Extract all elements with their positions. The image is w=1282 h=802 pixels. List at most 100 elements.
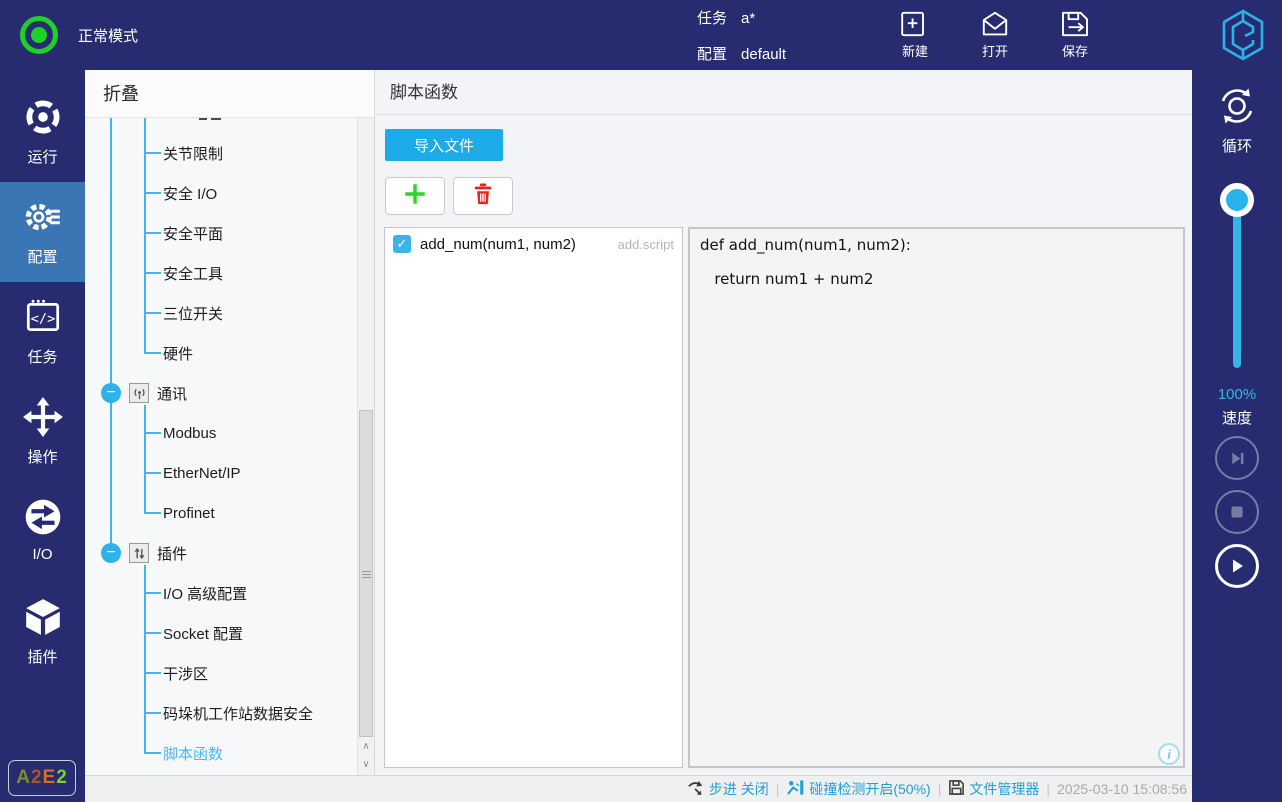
tree-item-palletizer-data-safety[interactable]: 码垛机工作站数据安全 [85, 693, 354, 733]
divider: | [1046, 781, 1050, 797]
step-mode-status[interactable]: 步进 关闭 [687, 779, 769, 799]
step-forward-button[interactable] [1215, 436, 1259, 480]
collapse-all-button[interactable]: 折叠 [85, 70, 374, 118]
script-code-viewer: def add_num(num1, num2): return num1 + n… [688, 227, 1185, 768]
tree-item-label: 脚本函数 [163, 743, 223, 764]
robot-mode-indicator[interactable]: 正常模式 [20, 16, 138, 54]
sliders-icon [129, 543, 149, 563]
tree-item-label: 通讯 [157, 383, 187, 404]
add-script-button[interactable] [385, 177, 445, 215]
tree-item-profinet[interactable]: Profinet [85, 493, 354, 533]
script-function-panel: 脚本函数 导入文件 ✓ [376, 70, 1192, 775]
script-checkbox[interactable]: ✓ [393, 235, 411, 253]
tree-item-label: 码垛机工作站数据安全 [163, 703, 313, 724]
open-file-icon [979, 9, 1011, 39]
mode-label: 正常模式 [78, 25, 138, 46]
tree-connector [144, 232, 161, 234]
tree-item-socket-config[interactable]: Socket 配置 [85, 613, 354, 653]
config-value: default [741, 45, 786, 64]
info-icon[interactable]: i [1158, 743, 1180, 765]
tree-item-interference-zone[interactable]: 干涉区 [85, 653, 354, 693]
step-mode-label: 步进 关闭 [709, 779, 769, 799]
sidebar-item-operate[interactable]: 操作 [0, 382, 85, 482]
speed-slider-track[interactable] [1233, 200, 1241, 368]
playback-controls [1192, 436, 1282, 588]
tree-item-io-advanced-config[interactable]: I/O 高级配置 [85, 573, 354, 613]
tree-item-joint-limits[interactable]: 关节限制 [85, 133, 354, 173]
config-tree-panel: 折叠 关节限制 安全 I/O 安全平面 安全工具 [85, 70, 375, 775]
import-file-button[interactable]: 导入文件 [385, 129, 503, 161]
status-bar: 步进 关闭 | 碰撞检测开启(50%) | [85, 775, 1192, 802]
tree-scrollbar[interactable]: ∧ ∨ [357, 118, 374, 775]
speed-label: 速度 [1192, 407, 1282, 428]
tree-item-hardware[interactable]: 硬件 [85, 333, 354, 373]
play-button[interactable] [1215, 544, 1259, 588]
tree-connector [144, 712, 161, 714]
script-filename: add.script [618, 237, 674, 252]
collapse-toggle-icon[interactable]: − [101, 543, 121, 563]
sidebar-item-io[interactable]: I/O [0, 482, 85, 582]
scroll-up-button[interactable]: ∧ [358, 738, 374, 756]
tree-connector [144, 432, 161, 434]
tree-item-modbus[interactable]: Modbus [85, 413, 354, 453]
tree-item-safety-io[interactable]: 安全 I/O [85, 173, 354, 213]
tree-node-plugin[interactable]: − 插件 [85, 533, 354, 573]
tree-item-partial [199, 118, 207, 120]
tree-connector [144, 352, 161, 354]
gear-icon [22, 196, 64, 243]
task-label: 任务 [697, 9, 727, 28]
sidebar-item-config[interactable]: 配置 [0, 182, 85, 282]
loop-label: 循环 [1222, 135, 1252, 156]
cube-icon [22, 596, 64, 643]
collision-detection-status[interactable]: 碰撞检测开启(50%) [786, 779, 930, 799]
tree-item-label: I/O 高级配置 [163, 583, 247, 604]
badge-char: E [43, 767, 57, 789]
tree-connector [144, 152, 161, 154]
tree-node-communication[interactable]: − 通讯 [85, 373, 354, 413]
speed-value: 100% [1192, 386, 1282, 403]
move-arrows-icon [22, 396, 64, 443]
script-code-text: def add_num(num1, num2): return num1 + n… [690, 229, 1183, 296]
file-manager-button[interactable]: 文件管理器 [948, 779, 1039, 799]
config-label: 配置 [697, 45, 727, 64]
delete-script-button[interactable] [453, 177, 513, 215]
new-file-icon [899, 9, 931, 39]
tree-item-label: 安全平面 [163, 223, 223, 244]
save-file-label: 保存 [1062, 41, 1088, 60]
stop-button[interactable] [1215, 490, 1259, 534]
tree-connector [144, 312, 161, 314]
script-list-item[interactable]: ✓ add_num(num1, num2) add.script [385, 228, 682, 260]
tree-item-script-function[interactable]: 脚本函数 [85, 733, 354, 773]
loop-mode-button[interactable]: 循环 [1192, 84, 1282, 156]
speed-slider-handle[interactable] [1220, 183, 1254, 217]
tree-item-safety-plane[interactable]: 安全平面 [85, 213, 354, 253]
tree-item-label: Socket 配置 [163, 623, 243, 644]
collision-icon [786, 779, 805, 799]
tree-connector [144, 632, 161, 634]
new-file-button[interactable]: 新建 [886, 9, 944, 60]
tree-item-safety-tool[interactable]: 安全工具 [85, 253, 354, 293]
tree-connector [144, 472, 161, 474]
open-file-button[interactable]: 打开 [966, 9, 1024, 60]
collapse-toggle-icon[interactable]: − [101, 383, 121, 403]
sidebar-item-run[interactable]: 运行 [0, 82, 85, 182]
page-title: 脚本函数 [376, 70, 1192, 115]
save-file-button[interactable]: 保存 [1046, 9, 1104, 60]
sidebar-item-task[interactable]: </> 任务 [0, 282, 85, 382]
task-value: a* [741, 9, 755, 28]
divider: | [776, 781, 780, 797]
scrollbar-thumb[interactable] [359, 410, 373, 737]
tree-item-ethernet-ip[interactable]: EtherNet/IP [85, 453, 354, 493]
tree-item-label: 安全 I/O [163, 183, 217, 204]
svg-text:</>: </> [30, 311, 55, 327]
run-icon [22, 96, 64, 143]
sidebar-item-plugin[interactable]: 插件 [0, 582, 85, 682]
tree-item-three-position-switch[interactable]: 三位开关 [85, 293, 354, 333]
mode-status-icon [20, 16, 58, 54]
script-list: ✓ add_num(num1, num2) add.script [384, 227, 683, 768]
robot-teach-pendant-app: 正常模式 任务 a* 配置 default 新建 [0, 0, 1282, 802]
tree-item-label: 关节限制 [163, 143, 223, 164]
disk-icon [948, 779, 965, 799]
tree-item-label: 干涉区 [163, 663, 208, 684]
scroll-down-button[interactable]: ∨ [358, 756, 374, 774]
